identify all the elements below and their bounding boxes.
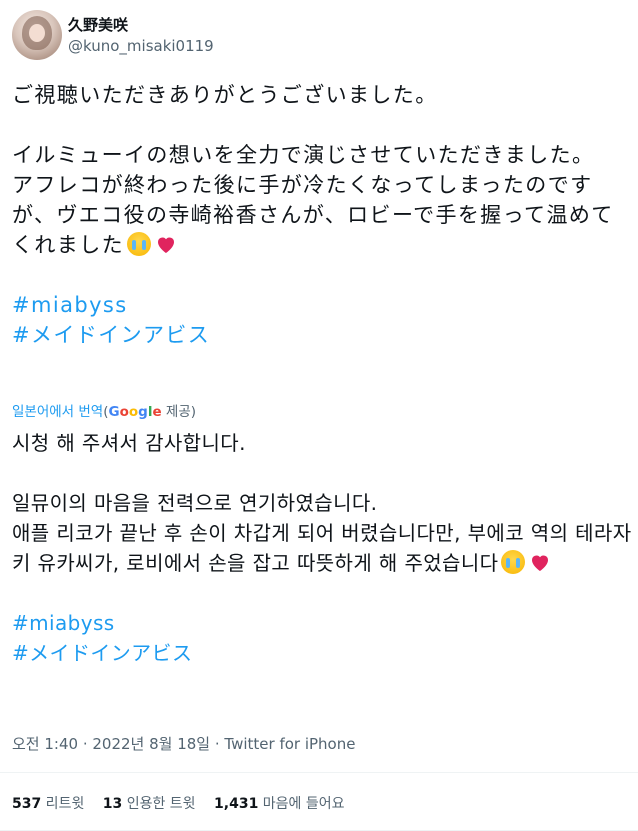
tweet-timestamp[interactable]: 오전 1:40 · 2022년 8월 18일 · Twitter for iPh… — [12, 733, 355, 754]
quotes-stat[interactable]: 13 인용한 트윗 — [103, 796, 196, 812]
crying-face-icon — [501, 550, 526, 574]
likes-stat[interactable]: 1,431 마음에 들어요 — [214, 796, 344, 812]
tweet-line-1: ご視聴いただきありがとうございました。 — [12, 83, 438, 107]
avatar[interactable] — [12, 10, 62, 60]
translation-label[interactable]: 일본어에서 번역(Google 제공) — [12, 400, 196, 420]
translated-hashtag-made-in-abyss[interactable]: #メイドインアビス — [12, 638, 632, 668]
tweet-stats: 537 리트윗 13 인용한 트윗 1,431 마음에 들어요 — [12, 793, 359, 813]
likes-label: 마음에 들어요 — [258, 796, 345, 812]
crying-face-icon — [127, 232, 151, 256]
author-name[interactable]: 久野美咲 — [68, 14, 128, 35]
translate-from-japanese[interactable]: 일본어에서 번역 — [12, 404, 103, 420]
translated-hashtag-miabyss[interactable]: #miabyss — [12, 608, 632, 638]
heart-icon — [154, 232, 178, 256]
translated-line-1: 시청 해 주셔서 감사합니다. — [12, 431, 246, 455]
tweet-header: 久野美咲 @kuno_misaki0119 — [12, 10, 626, 62]
author-handle[interactable]: @kuno_misaki0119 — [68, 37, 214, 55]
retweets-label: 리트윗 — [41, 796, 85, 812]
retweets-count: 537 — [12, 796, 42, 812]
translated-text: 시청 해 주셔서 감사합니다. 일뮤이의 마음을 전력으로 연기하였습니다. 애… — [12, 428, 632, 668]
hashtag-made-in-abyss[interactable]: #メイドインアビス — [12, 320, 632, 350]
quotes-label: 인용한 트윗 — [122, 796, 196, 812]
translated-line-2: 일뮤이의 마음을 전력으로 연기하였습니다. — [12, 491, 378, 515]
quotes-count: 13 — [102, 796, 123, 812]
heart-icon — [528, 550, 552, 574]
google-logo: Google — [108, 404, 162, 420]
divider — [0, 772, 638, 773]
provider-suffix: 제공) — [161, 404, 197, 420]
tweet-text: ご視聴いただきありがとうございました。 イルミューイの想いを全力で演じさせていた… — [12, 80, 632, 350]
retweets-stat[interactable]: 537 리트윗 — [12, 796, 84, 812]
hashtag-miabyss[interactable]: #miabyss — [12, 290, 632, 320]
tweet-line-3: アフレコが終わった後に手が冷たくなってしまったのですが、ヴエコ役の寺崎裕香さんが… — [12, 173, 614, 257]
likes-count: 1,431 — [214, 796, 259, 812]
tweet-line-2: イルミューイの想いを全力で演じさせていただきました。 — [12, 143, 595, 167]
